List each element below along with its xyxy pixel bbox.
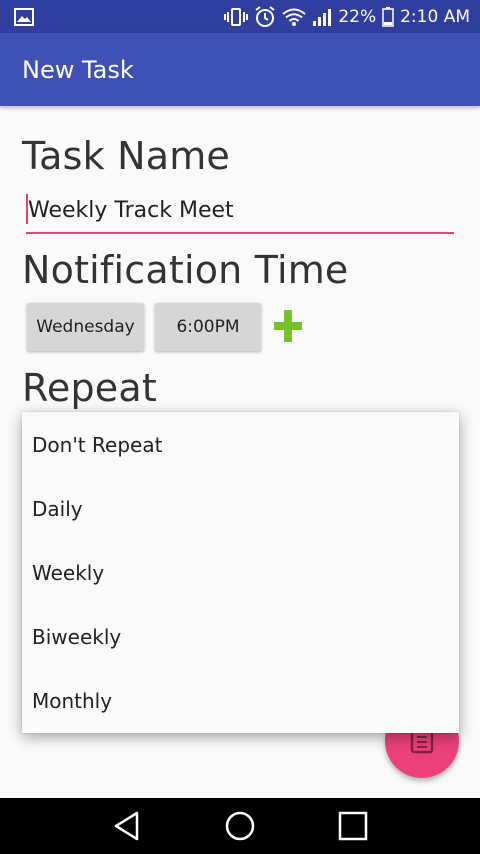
screen: 22% 2:10 AM New Task Task Name Notificat… xyxy=(0,0,480,854)
wifi-icon xyxy=(282,8,306,26)
notification-time-label: Notification Time xyxy=(22,248,349,292)
signal-icon xyxy=(312,8,332,26)
add-notification-icon[interactable] xyxy=(274,308,302,344)
repeat-option-dont-repeat[interactable]: Don't Repeat xyxy=(22,413,459,477)
repeat-option-biweekly[interactable]: Biweekly xyxy=(22,605,459,669)
battery-percent: 22% xyxy=(338,6,377,27)
repeat-option-daily[interactable]: Daily xyxy=(22,477,459,541)
vibrate-icon xyxy=(224,7,249,27)
alarm-icon xyxy=(254,5,276,28)
repeat-label: Repeat xyxy=(22,366,157,410)
clock: 2:10 AM xyxy=(400,6,470,27)
repeat-option-monthly[interactable]: Monthly xyxy=(22,669,459,733)
image-icon xyxy=(14,7,34,26)
back-icon[interactable] xyxy=(107,806,147,846)
repeat-option-weekly[interactable]: Weekly xyxy=(22,541,459,605)
app-bar: New Task xyxy=(0,33,480,106)
task-name-label: Task Name xyxy=(22,134,230,178)
battery-icon xyxy=(382,6,394,27)
repeat-dropdown: Don't Repeat Daily Weekly Biweekly Month… xyxy=(22,412,459,733)
task-name-input[interactable] xyxy=(26,190,454,230)
status-bar: 22% 2:10 AM xyxy=(0,0,480,33)
page-title: New Task xyxy=(22,55,134,84)
home-icon[interactable] xyxy=(220,806,260,846)
time-picker-button[interactable]: 6:00PM xyxy=(155,303,261,351)
recents-icon[interactable] xyxy=(333,806,373,846)
day-picker-button[interactable]: Wednesday xyxy=(27,303,144,351)
navigation-bar xyxy=(0,798,480,854)
text-cursor xyxy=(26,194,28,224)
task-name-field-wrap xyxy=(26,190,454,234)
